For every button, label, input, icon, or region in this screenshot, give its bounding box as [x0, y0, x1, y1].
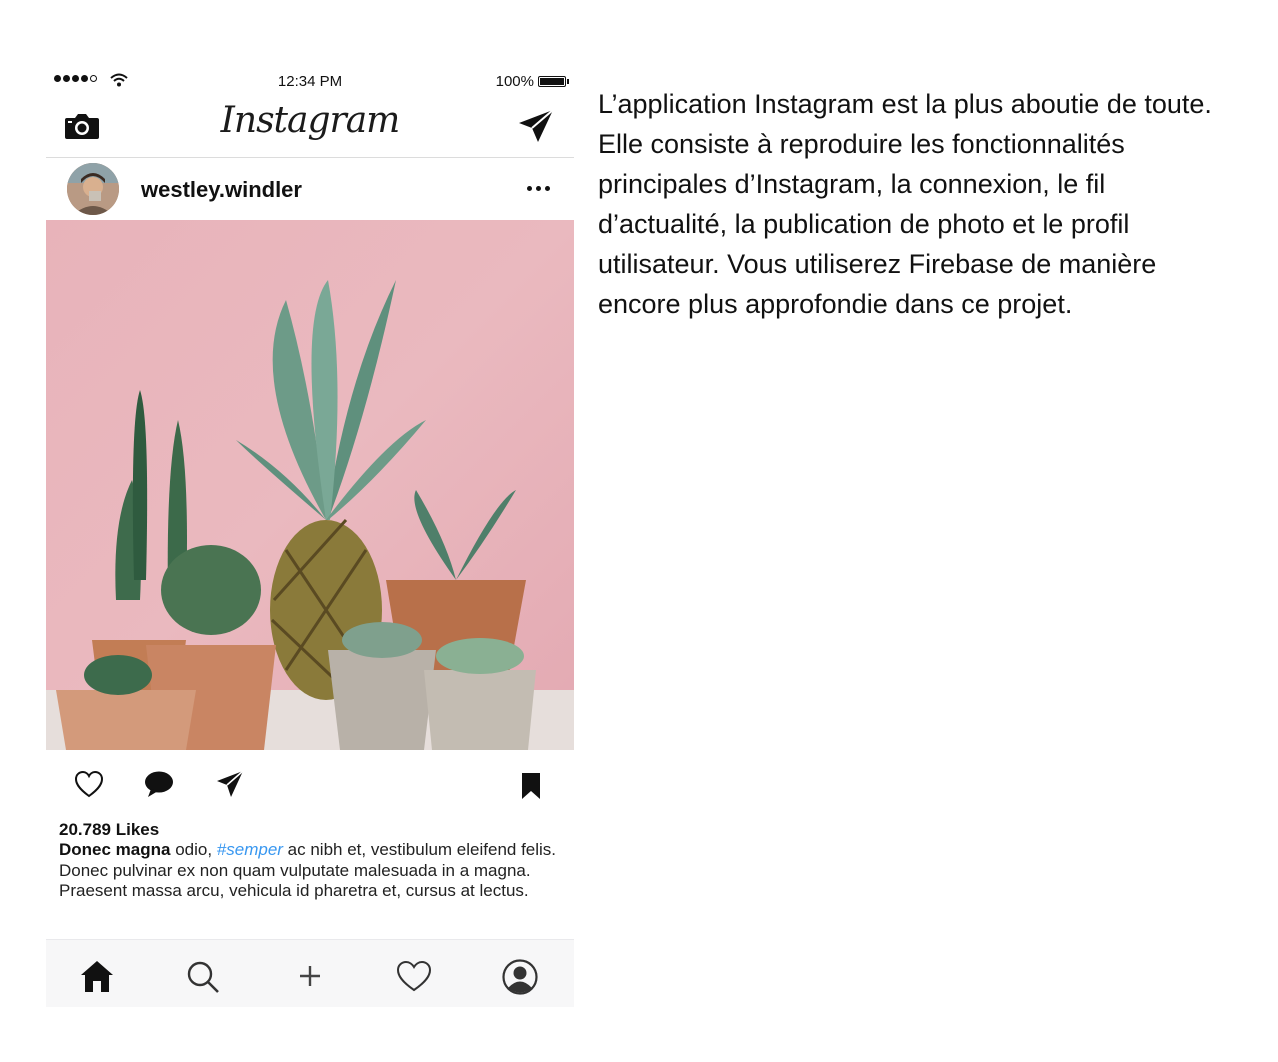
battery-tip [567, 79, 569, 84]
user-icon[interactable] [502, 959, 538, 995]
avatar[interactable] [67, 163, 119, 215]
more-options-button[interactable] [523, 186, 550, 191]
post-header: westley.windler [46, 158, 574, 220]
plus-icon[interactable] [298, 964, 322, 988]
heart-icon[interactable] [74, 770, 104, 798]
likes-count[interactable]: 20.789 Likes [59, 820, 159, 840]
post-caption: Donec magna odio, #semper ac nibh et, ve… [59, 840, 559, 902]
home-icon[interactable] [79, 959, 115, 993]
post-photo[interactable] [46, 220, 574, 750]
status-bar: 12:34 PM 100% [46, 68, 574, 96]
paper-plane-icon[interactable] [216, 770, 244, 798]
caption-hashtag[interactable]: #semper [217, 840, 283, 859]
app-logo: Instagram [220, 100, 401, 141]
post-username[interactable]: westley.windler [141, 177, 302, 203]
app-header: Instagram [46, 96, 574, 158]
caption-username[interactable]: Donec magna [59, 840, 170, 859]
battery-percentage: 100% [495, 73, 534, 90]
tab-bar [46, 939, 574, 1007]
post-actions [46, 750, 574, 820]
caption-text: odio, [170, 840, 217, 859]
phone-screen: 12:34 PM 100% Instagram westley.windler … [46, 68, 574, 1007]
heart-icon[interactable] [396, 960, 432, 992]
speech-bubble-icon[interactable] [144, 770, 174, 798]
paper-plane-icon[interactable] [518, 109, 554, 143]
bookmark-icon[interactable] [521, 772, 541, 800]
battery-icon [538, 76, 566, 87]
magnifier-icon[interactable] [186, 960, 220, 994]
project-description: L’application Instagram est la plus abou… [598, 89, 1212, 319]
